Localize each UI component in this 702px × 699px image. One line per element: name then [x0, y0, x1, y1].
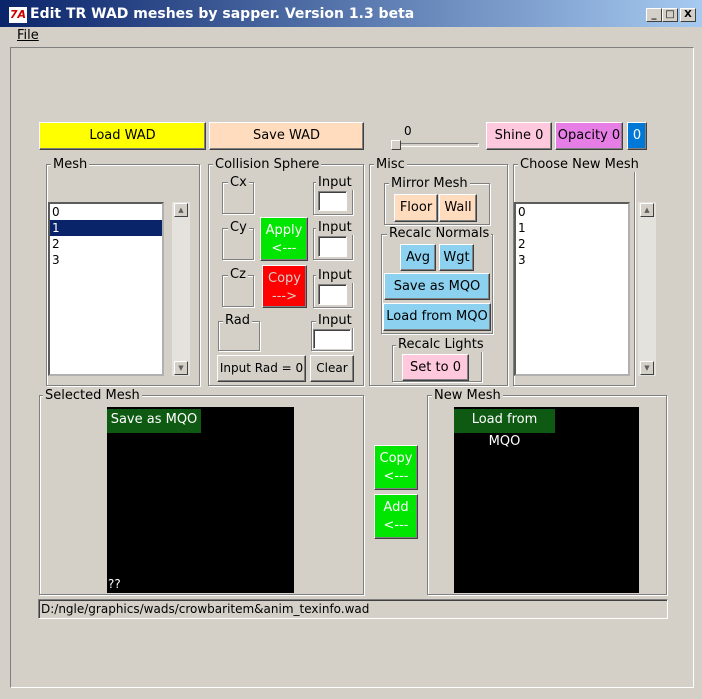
copy-mesh-label: Copy [379, 451, 413, 466]
new-mesh-viewport[interactable] [454, 407, 639, 593]
cx-label: Cx [228, 175, 249, 190]
misc-label: Misc [374, 157, 407, 172]
apply-button-label: Apply [265, 223, 303, 238]
load-mqo-normals-button[interactable]: Load from MQO [383, 303, 491, 331]
save-mqo-selected-button[interactable]: Save as MQO [107, 409, 201, 433]
mesh-list-scrollbar[interactable]: ▲ ▼ [172, 202, 190, 376]
scroll-up-arrow-icon[interactable]: ▲ [174, 203, 188, 217]
input-rad-field[interactable] [313, 329, 351, 349]
save-mqo-normals-button[interactable]: Save as MQO [384, 273, 490, 300]
apply-button[interactable]: Apply <--- [260, 217, 308, 261]
scroll-down-arrow-icon[interactable]: ▼ [640, 361, 654, 375]
menu-file[interactable]: File [17, 28, 39, 43]
add-mesh-arrow: <--- [383, 518, 409, 533]
recalc-lights-label: Recalc Lights [396, 337, 486, 352]
input-z-field[interactable] [318, 284, 347, 305]
slider-track [391, 143, 479, 147]
load-mqo-new-button[interactable]: Load from MQO [454, 409, 555, 449]
new-mesh-list-scrollbar[interactable]: ▲ ▼ [638, 202, 656, 376]
list-item[interactable]: 1 [50, 220, 162, 236]
copy-mesh-arrow: <--- [383, 469, 409, 484]
selected-mesh-viewport[interactable] [107, 407, 294, 593]
opacity-button[interactable]: Opacity 0 [555, 122, 623, 150]
close-button[interactable]: X [680, 8, 696, 22]
input4-label: Input [316, 313, 354, 328]
cz-label: Cz [228, 267, 248, 282]
title-bar: 7A Edit TR WAD meshes by sapper. Version… [0, 0, 702, 27]
slider-thumb[interactable] [391, 140, 401, 150]
mirror-mesh-label: Mirror Mesh [389, 176, 470, 191]
apply-button-arrow: <--- [271, 241, 297, 256]
rad-label: Rad [223, 313, 252, 328]
new-mesh-list[interactable]: 0 1 2 3 [514, 202, 630, 376]
list-item[interactable]: 3 [50, 252, 162, 268]
list-item[interactable]: 0 [50, 204, 162, 220]
list-item[interactable]: 0 [516, 204, 628, 220]
clear-button[interactable]: Clear [310, 355, 354, 382]
input2-label: Input [316, 220, 354, 235]
menu-file-label: File [17, 28, 39, 43]
mesh-list[interactable]: 0 1 2 3 [48, 202, 164, 376]
window-title: Edit TR WAD meshes by sapper. Version 1.… [30, 6, 415, 22]
mesh-group-label: Mesh [51, 157, 90, 172]
blend-mode-button[interactable]: 0 [627, 122, 647, 150]
menu-bar: File [0, 27, 702, 46]
list-item[interactable]: 1 [516, 220, 628, 236]
maximize-button[interactable]: □ [662, 8, 678, 22]
load-wad-button[interactable]: Load WAD [39, 122, 206, 150]
add-mesh-label: Add [383, 500, 409, 515]
slider-value: 0 [404, 124, 412, 138]
new-mesh-label: New Mesh [432, 388, 503, 403]
input1-label: Input [316, 175, 354, 190]
list-item[interactable]: 2 [50, 236, 162, 252]
set-to-0-button[interactable]: Set to 0 [402, 354, 469, 381]
copy-to-input-button[interactable]: Copy ---> [262, 265, 307, 308]
list-item[interactable]: 3 [516, 252, 628, 268]
wall-button[interactable]: Wall [439, 194, 477, 222]
status-path: D:/ngle/graphics/wads/crowbaritem&anim_t… [38, 599, 668, 619]
shine-button[interactable]: Shine 0 [486, 122, 552, 150]
floor-button[interactable]: Floor [394, 194, 438, 222]
viewport-corner-label: ?? [108, 577, 121, 591]
collision-sphere-label: Collision Sphere [213, 157, 322, 172]
list-item[interactable]: 2 [516, 236, 628, 252]
copy-button-arrow: ---> [272, 289, 297, 304]
scroll-down-arrow-icon[interactable]: ▼ [174, 361, 188, 375]
recalc-normals-label: Recalc Normals [387, 226, 492, 241]
selected-mesh-label: Selected Mesh [43, 388, 142, 403]
copy-mesh-button[interactable]: Copy <--- [374, 445, 418, 490]
avg-button[interactable]: Avg [400, 244, 436, 271]
input3-label: Input [316, 268, 354, 283]
choose-new-mesh-label: Choose New Mesh [518, 157, 641, 172]
add-mesh-button[interactable]: Add <--- [374, 494, 418, 539]
input-rad-button[interactable]: Input Rad = 0 [217, 355, 306, 382]
input-y-field[interactable] [318, 236, 347, 257]
input-x-field[interactable] [318, 191, 347, 211]
cy-label: Cy [228, 220, 249, 235]
copy-button-label: Copy [268, 271, 301, 286]
wgt-button[interactable]: Wgt [439, 244, 474, 271]
app-logo-icon: 7A [9, 7, 27, 23]
minimize-button[interactable]: _ [646, 8, 662, 22]
scroll-up-arrow-icon[interactable]: ▲ [640, 203, 654, 217]
save-wad-button[interactable]: Save WAD [209, 122, 364, 150]
